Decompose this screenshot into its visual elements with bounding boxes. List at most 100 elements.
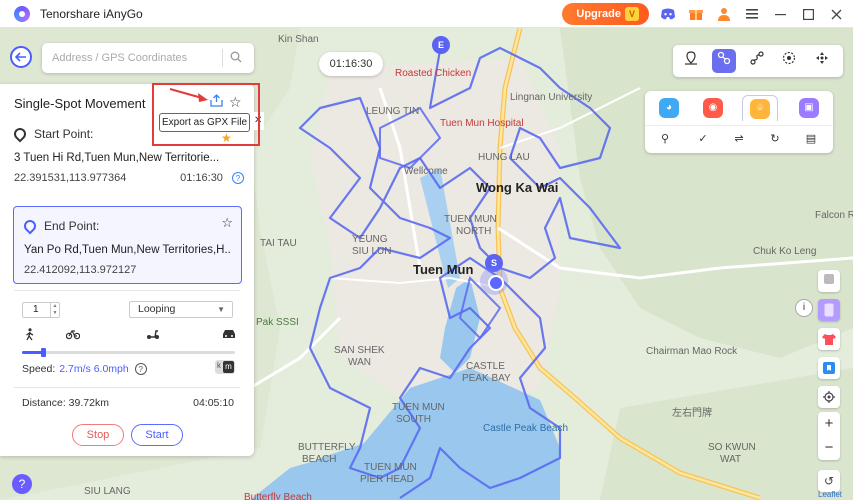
direction-mode-icon[interactable]	[810, 49, 834, 73]
app-1-icon: ◕	[659, 98, 679, 118]
app-tab-1[interactable]: ◕	[651, 95, 687, 121]
bag-tool-icon[interactable]: ▤	[803, 131, 819, 147]
mode-toolbar	[673, 45, 843, 77]
help-icon[interactable]: ?	[12, 474, 32, 494]
panel-title: Single-Spot Movement	[14, 96, 146, 111]
loop-count-stepper[interactable]: 1 ▲ ▼	[22, 302, 60, 318]
map-label-kin-shan: Kin Shan	[278, 34, 319, 45]
panel-divider	[14, 290, 240, 291]
refresh-tool-icon[interactable]: ↻	[767, 131, 783, 147]
scooter-icon[interactable]	[146, 328, 160, 343]
search-input[interactable]	[42, 52, 222, 64]
start-coords: 22.391531,113.977364	[14, 172, 127, 184]
star-filled-icon: ★	[221, 131, 232, 145]
speed-slider-handle[interactable]	[41, 348, 47, 357]
reset-icon[interactable]: ↺	[818, 470, 840, 492]
route-tool-icon[interactable]: ✓	[695, 131, 711, 147]
discord-icon[interactable]	[659, 5, 677, 23]
maximize-icon[interactable]	[799, 5, 817, 23]
app-tab-4[interactable]: ▣	[791, 95, 827, 121]
pin-tool-icon[interactable]: ⚲	[657, 131, 673, 147]
favorite-end-icon[interactable]: ☆	[221, 215, 233, 231]
back-button[interactable]	[10, 46, 32, 68]
end-point-section[interactable]: ☆ End Point: Yan Po Rd,Tuen Mun,New Terr…	[13, 206, 242, 284]
map-label-wong-ka-wai: Wong Ka Wai	[476, 180, 559, 195]
search-icon[interactable]	[223, 51, 249, 66]
panel-divider-2	[14, 387, 240, 388]
map-label-falcon: Falcon R	[815, 210, 853, 221]
map-label-north: NORTH	[456, 226, 492, 237]
map-label-tuen-mun-south: TUEN MUN	[392, 402, 445, 413]
map-label-wan: WAN	[348, 357, 371, 368]
zoom-out-button[interactable]: −	[818, 436, 840, 460]
map-label-leung-tin: LEUNG TIN	[366, 106, 420, 117]
bookmark-icon[interactable]	[818, 357, 840, 379]
info-icon[interactable]: i	[795, 299, 813, 317]
joystick-mode-icon[interactable]	[777, 49, 801, 73]
map-label-so-kwun: SO KWUN	[708, 442, 756, 453]
settings-tool-icon[interactable]: ⇌	[731, 131, 747, 147]
stepper-arrows-icon[interactable]: ▲ ▼	[50, 303, 59, 317]
minimize-icon[interactable]	[771, 5, 789, 23]
locate-me-icon[interactable]	[818, 386, 840, 408]
travel-mode-selector	[22, 328, 236, 344]
titlebar-controls: Upgrade V	[562, 0, 845, 28]
speed-row: Speed: 2.7m/s 6.0mph ?	[22, 363, 147, 375]
route-timer: 01:16:30	[319, 52, 383, 76]
distance-row: Distance: 39.72km 04:05:10	[22, 397, 234, 409]
start-pin-icon	[11, 125, 29, 143]
close-icon[interactable]	[827, 5, 845, 23]
end-point-header: End Point:	[21, 216, 231, 236]
device-icon[interactable]	[818, 270, 840, 292]
leaflet-attribution[interactable]: Leaflet	[818, 490, 842, 499]
search-bar	[42, 43, 254, 73]
current-location-marker	[480, 267, 508, 295]
start-point-label: Start Point:	[34, 127, 94, 141]
map-label-south: SOUTH	[396, 414, 431, 425]
zoom-in-button[interactable]: +	[818, 412, 840, 436]
app-selector-panel: ◕ ◉ ⌾ ▣ ⚲ ✓ ⇌ ↻ ▤	[645, 91, 833, 153]
annotation-arrow-icon	[169, 88, 208, 102]
map-label-wat: WAT	[720, 454, 742, 465]
app-tab-2[interactable]: ◉	[695, 95, 731, 121]
gift-icon[interactable]	[687, 5, 705, 23]
vip-badge-icon: V	[625, 7, 639, 21]
map-label-zuo-you: 左右門牌	[672, 408, 712, 419]
phone-icon[interactable]	[818, 299, 840, 321]
unit-toggle[interactable]: k m	[215, 360, 235, 374]
export-tooltip: Export as GPX File	[159, 113, 250, 132]
map-label-hung-lau: HUNG LAU	[478, 152, 530, 163]
map-label-siu-lun: SIU LUN	[352, 246, 392, 257]
user-icon[interactable]	[715, 5, 733, 23]
end-address: Yan Po Rd,Tuen Mun,New Territories,H...	[24, 244, 231, 256]
stop-button[interactable]: Stop	[72, 424, 124, 446]
upgrade-button[interactable]: Upgrade V	[562, 3, 649, 25]
speed-slider[interactable]	[22, 348, 235, 357]
single-spot-mode-icon[interactable]	[712, 49, 736, 73]
collapse-panel-icon[interactable]: ✕	[254, 112, 264, 130]
loop-mode-value: Looping	[138, 303, 176, 315]
map-label-peak-bay: PEAK BAY	[462, 373, 511, 384]
start-time: 01:16:30	[180, 172, 223, 184]
app-tab-3[interactable]: ⌾	[742, 95, 778, 121]
start-coord-row: 22.391531,113.977364 01:16:30 ?	[14, 172, 244, 184]
menu-icon[interactable]	[743, 5, 761, 23]
help-circle-icon[interactable]: ?	[232, 172, 244, 184]
walk-icon[interactable]	[24, 328, 36, 344]
end-marker[interactable]: E	[432, 36, 450, 54]
start-button[interactable]: Start	[131, 424, 183, 446]
multi-spot-mode-icon[interactable]	[745, 49, 769, 73]
map-label-roasted-chicken: Roasted Chicken	[395, 68, 472, 79]
clothing-icon[interactable]	[818, 328, 840, 350]
map-label-pier-head: PIER HEAD	[360, 474, 414, 485]
movement-panel: Single-Spot Movement ☆ Start Point: 3 Tu…	[0, 84, 254, 456]
favorite-route-icon[interactable]: ☆	[229, 94, 242, 111]
bicycle-icon[interactable]	[65, 328, 81, 343]
teleport-mode-icon[interactable]	[679, 49, 703, 73]
app-2-icon: ◉	[703, 98, 723, 118]
loop-mode-select[interactable]: Looping ▼	[129, 301, 233, 318]
speed-label: Speed:	[22, 363, 56, 375]
arrow-left-icon	[14, 52, 26, 62]
car-icon[interactable]	[222, 328, 236, 343]
speed-help-icon[interactable]: ?	[134, 363, 147, 375]
